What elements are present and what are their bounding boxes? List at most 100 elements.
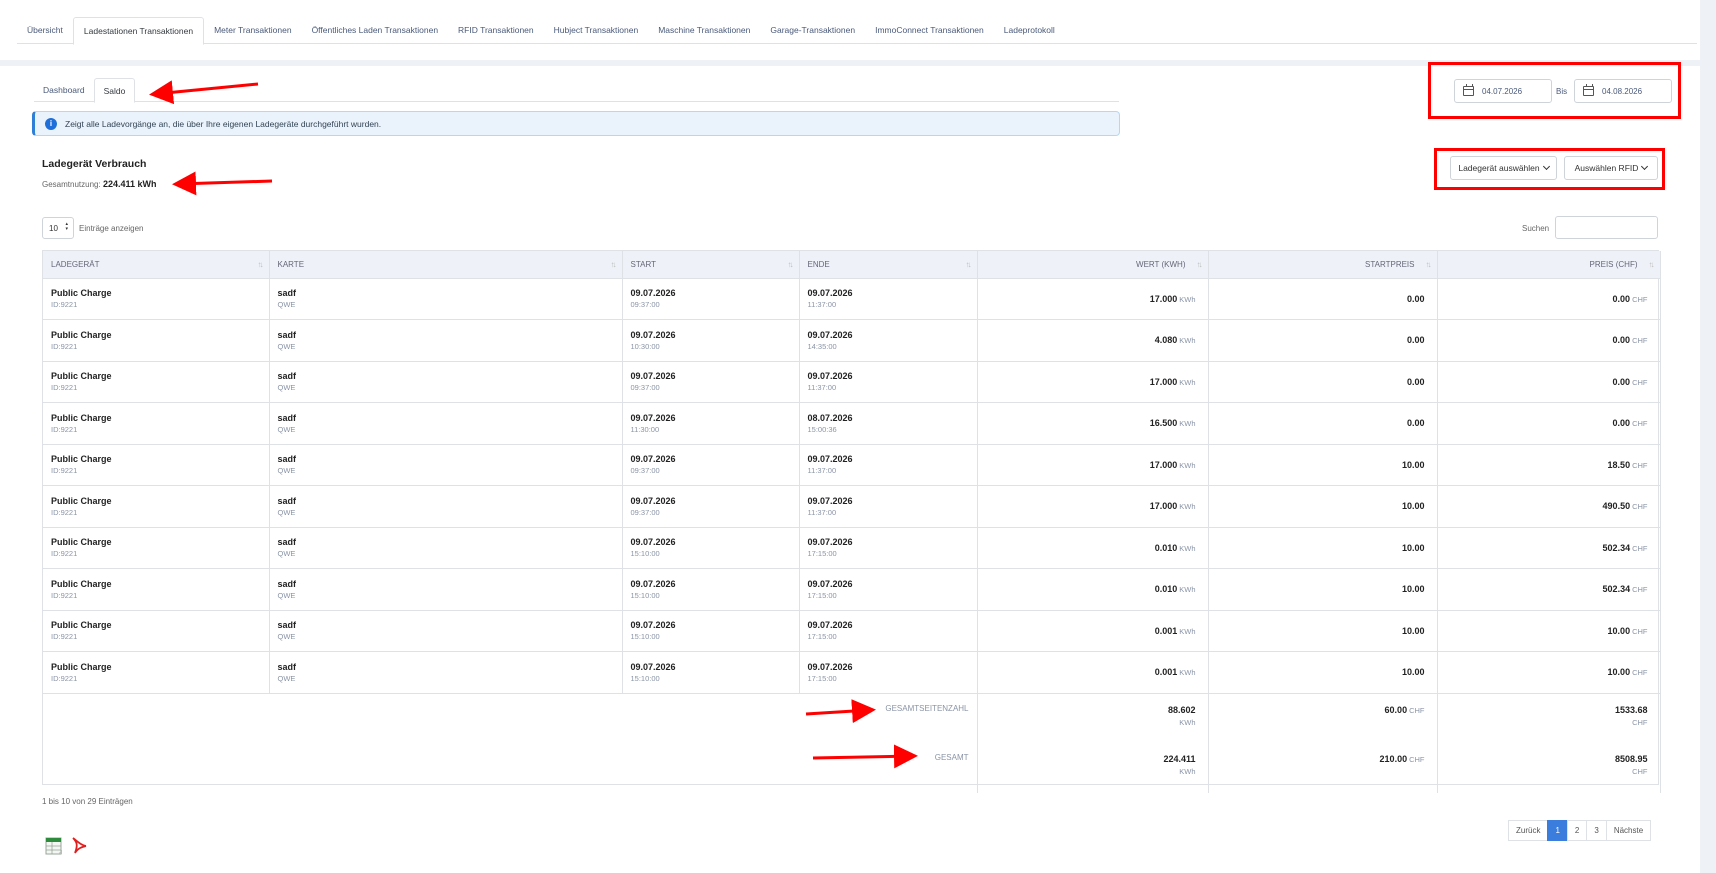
cell-price-unit: CHF	[1632, 585, 1648, 595]
cell-startprice-value: 0.00	[1406, 335, 1425, 346]
tab-9[interactable]: Ladeprotokoll	[994, 17, 1065, 44]
page-total-kwh: 88.602 KWh	[977, 693, 1209, 743]
search-input[interactable]	[1555, 216, 1658, 239]
grand-total-price-value: 8508.95	[1614, 754, 1648, 764]
column-header[interactable]: WERT (KWH) ↑↓	[977, 251, 1209, 279]
cell-start-sub: 09:37:00	[630, 300, 660, 310]
tab-0[interactable]: Übersicht	[17, 17, 73, 44]
cell-start-sub: 15:10:00	[630, 632, 660, 642]
pagination-page-2[interactable]: 2	[1566, 820, 1588, 841]
pagination-page-1[interactable]: 1	[1547, 820, 1568, 841]
cell-end-main: 09.07.2026	[807, 620, 853, 631]
cell-charger: Public Charge ID:9221	[43, 651, 270, 694]
cell-end-sub: 17:15:00	[807, 590, 837, 600]
cell-end-main: 09.07.2026	[807, 371, 853, 382]
cell-end-sub: 17:15:00	[807, 673, 837, 683]
cell-kwh: 17.000 KWh	[977, 485, 1209, 528]
column-header-label: WERT (KWH)	[1136, 259, 1186, 269]
column-header-label: STARTPREIS	[1365, 259, 1415, 269]
column-header-label: ENDE	[807, 259, 830, 269]
cell-start-main: 09.07.2026	[630, 578, 676, 589]
cell-price-unit: CHF	[1632, 336, 1648, 346]
pdf-export-icon[interactable]	[69, 836, 89, 856]
tab-6[interactable]: Maschine Transaktionen	[648, 17, 760, 44]
tab-5[interactable]: Hubject Transaktionen	[544, 17, 649, 44]
column-header[interactable]: PREIS (CHF) ↑↓	[1437, 251, 1661, 279]
table-row: Public Charge ID:9221 sadf QWE 09.07.2026 11:…	[43, 402, 1661, 445]
cell-charger: Public Charge ID:9221	[43, 402, 270, 445]
cell-end-sub: 17:15:00	[807, 632, 837, 642]
cell-start: 09.07.2026 15:10:00	[622, 527, 800, 569]
grand-total-startprice-value: 210.00	[1379, 754, 1408, 764]
excel-export-icon[interactable]	[44, 836, 64, 856]
sub-tab-saldo[interactable]: Saldo	[93, 78, 136, 103]
cell-kwh-unit: KWh	[1179, 502, 1196, 512]
cell-card: sadf QWE	[269, 485, 623, 528]
cell-price: 0.00 CHF	[1437, 278, 1661, 320]
cell-end: 09.07.2026 14:35:00	[799, 319, 978, 362]
column-header[interactable]: KARTE ↑↓	[269, 251, 623, 279]
cell-startprice: 10.00	[1208, 610, 1438, 652]
page-total-price-unit: CHF	[1632, 717, 1648, 727]
column-header[interactable]: LADEGERÄT ↑↓	[43, 251, 270, 279]
page-total-row: GESAMTSEITENZAHL 88.602 KWh 60.00 CHF 153…	[43, 693, 1661, 743]
cell-kwh-unit: KWh	[1179, 377, 1196, 387]
cell-start-sub: 15:10:00	[630, 590, 660, 600]
cell-end: 09.07.2026 11:37:00	[799, 485, 978, 528]
cell-price: 10.00 CHF	[1437, 610, 1661, 652]
cell-start-main: 09.07.2026	[630, 454, 676, 465]
column-header[interactable]: ENDE ↑↓	[799, 251, 978, 279]
cell-price-unit: CHF	[1632, 419, 1648, 429]
column-header[interactable]: START ↑↓	[622, 251, 800, 279]
cell-start: 09.07.2026 09:37:00	[622, 278, 800, 320]
cell-card-main: sadf	[277, 412, 297, 423]
column-header[interactable]: STARTPREIS ↑↓	[1208, 251, 1438, 279]
cell-end-sub: 11:37:00	[807, 383, 837, 393]
pagination-next-button[interactable]: Nächste	[1605, 820, 1652, 841]
cell-end: 09.07.2026 17:15:00	[799, 610, 978, 652]
cell-price: 0.00 CHF	[1437, 319, 1661, 362]
tab-8[interactable]: ImmoConnect Transaktionen	[865, 17, 994, 44]
cell-price-value: 18.50	[1607, 459, 1631, 470]
cell-card-main: sadf	[277, 620, 297, 631]
cell-startprice-value: 0.00	[1406, 293, 1425, 304]
cell-charger-main: Public Charge	[51, 329, 112, 340]
column-header-label: LADEGERÄT	[51, 259, 100, 269]
sort-icon: ↑↓	[610, 260, 617, 269]
cell-price: 490.50 CHF	[1437, 485, 1661, 528]
cell-price: 10.00 CHF	[1437, 651, 1661, 694]
entries-select[interactable]: 10	[42, 217, 74, 239]
cell-price-value: 10.00	[1607, 667, 1631, 678]
cell-kwh: 0.001 KWh	[977, 651, 1209, 694]
tab-4[interactable]: RFID Transaktionen	[448, 17, 544, 44]
cell-price-value: 502.34	[1602, 584, 1631, 595]
tab-2[interactable]: Meter Transaktionen	[204, 17, 301, 44]
tab-3[interactable]: Öffentliches Laden Transaktionen	[302, 17, 448, 44]
search-label: Suchen	[1522, 224, 1550, 233]
sort-icon: ↑↓	[257, 260, 264, 269]
entries-label: Einträge anzeigen	[79, 223, 144, 233]
page-total-kwh-value: 88.602	[1167, 704, 1196, 715]
tab-1[interactable]: Ladestationen Transaktionen	[72, 17, 205, 45]
pagination-prev-button[interactable]: Zurück	[1508, 820, 1549, 841]
total-usage-value: 224.411 kWh	[102, 179, 157, 189]
cell-charger-sub: ID:9221	[51, 424, 78, 434]
cell-startprice-value: 10.00	[1401, 459, 1425, 470]
cell-price-value: 502.34	[1602, 542, 1631, 553]
cell-price-unit: CHF	[1632, 502, 1648, 512]
pagination-page-3[interactable]: 3	[1586, 820, 1607, 841]
cell-card: sadf QWE	[269, 278, 623, 320]
cell-startprice: 10.00	[1208, 485, 1438, 528]
cell-price-value: 490.50	[1602, 501, 1631, 512]
table-row: Public Charge ID:9221 sadf QWE 09.07.2026 15:…	[43, 568, 1661, 611]
cell-kwh: 4.080 KWh	[977, 319, 1209, 362]
cell-charger-sub: ID:9221	[51, 673, 78, 683]
cell-card-main: sadf	[277, 495, 297, 506]
sub-tab-dashboard[interactable]: Dashboard	[34, 78, 94, 102]
cell-startprice-value: 10.00	[1401, 501, 1425, 512]
cell-card-sub: QWE	[277, 300, 296, 310]
cell-price-unit: CHF	[1632, 668, 1648, 678]
tab-7[interactable]: Garage-Transaktionen	[760, 17, 865, 44]
cell-price: 502.34 CHF	[1437, 527, 1661, 569]
cell-price-unit: CHF	[1632, 626, 1648, 636]
